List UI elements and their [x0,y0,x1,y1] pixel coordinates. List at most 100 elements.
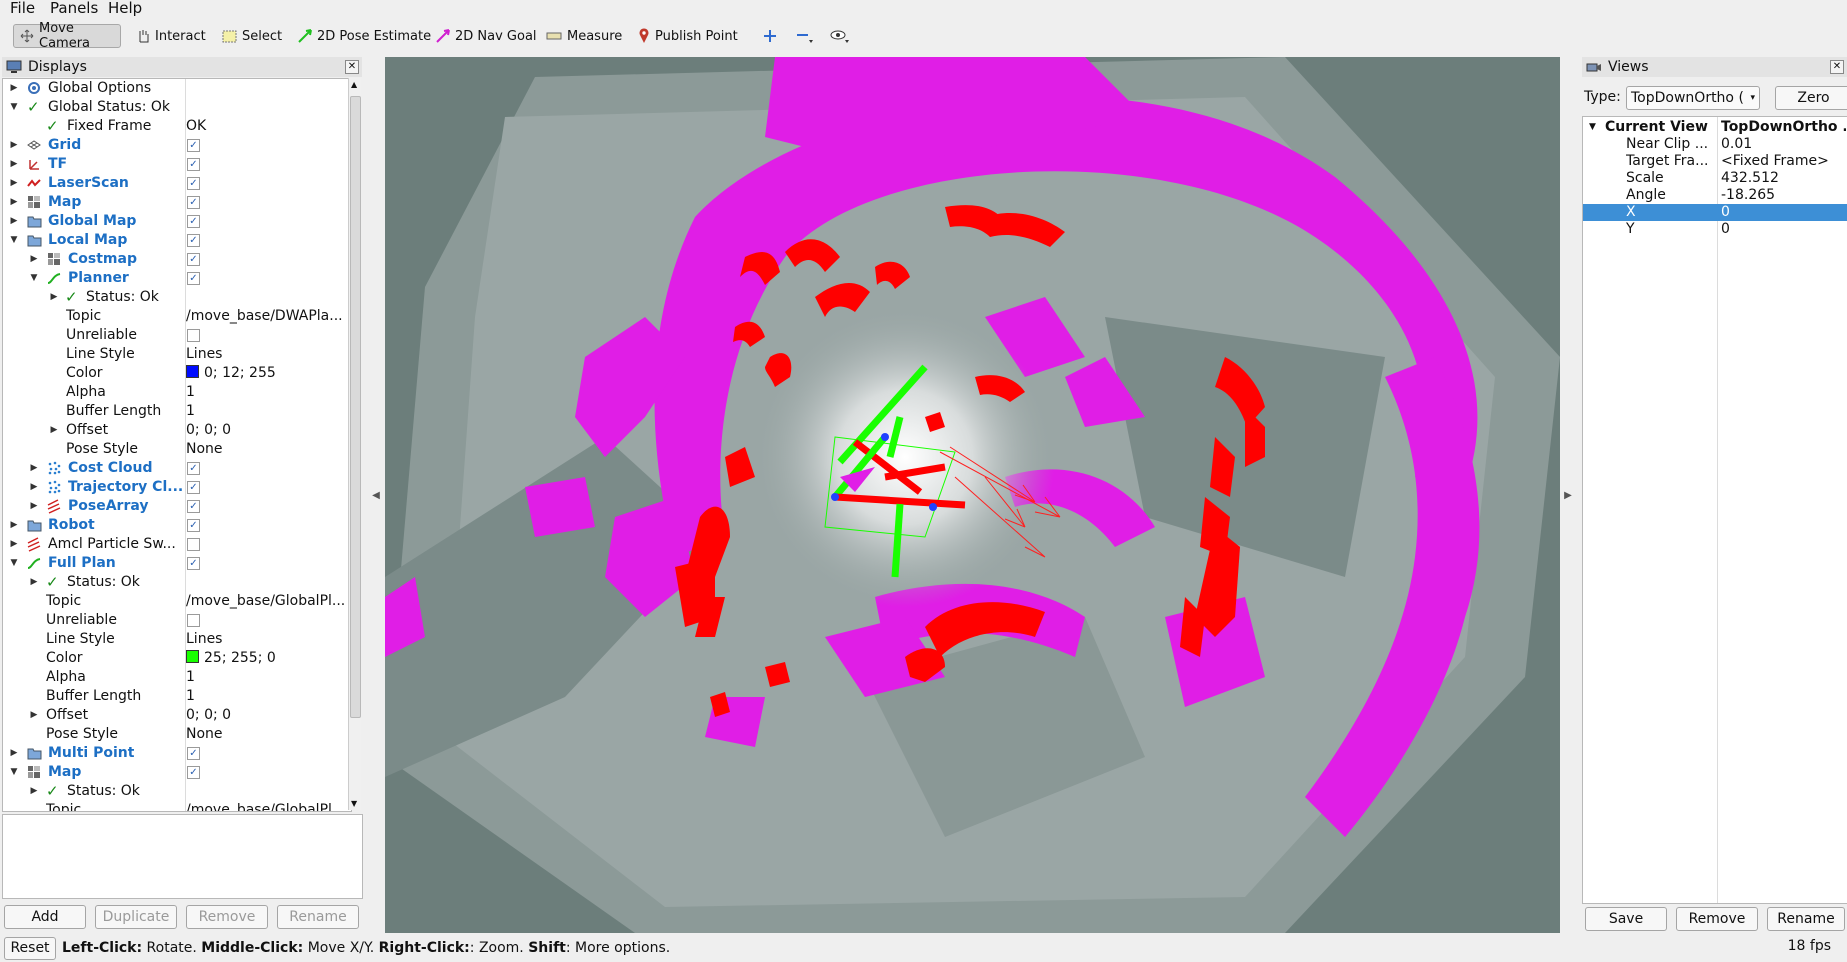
display-tf[interactable]: ▶ TF ✓ [3,155,349,174]
expand-arrow-icon[interactable]: ▶ [49,288,59,307]
enable-checkbox[interactable]: ✓ [187,253,200,266]
remove-display-button[interactable]: Remove [186,905,268,929]
expand-arrow-icon[interactable]: ▶ [29,250,39,269]
property-value[interactable]: 0; 0; 0 [186,706,346,725]
enable-checkbox[interactable]: ✓ [187,272,200,285]
property-value[interactable]: None [186,725,346,744]
property-value[interactable]: None [186,440,346,459]
view-x[interactable]: X 0 [1583,204,1847,221]
display-cost-cloud[interactable]: ▶ Cost Cloud ✓ [3,459,349,478]
property-unreliable[interactable]: Unreliable [3,611,349,630]
display-full-plan-status[interactable]: ▶ ✓ Status: Ok [3,573,349,592]
color-swatch[interactable] [186,650,199,663]
scroll-up-icon[interactable]: ▲ [351,80,357,89]
property-value[interactable]: Lines [186,630,346,649]
property-value[interactable]: /move_base/GlobalPl... [186,801,346,811]
unreliable-checkbox[interactable] [187,329,200,342]
collapse-arrow-icon[interactable]: ▼ [9,763,19,782]
scrollbar-thumb[interactable] [350,96,361,718]
display-global-options[interactable]: ▶ Global Options [3,79,349,98]
view-value[interactable]: 0 [1721,221,1846,238]
view-y[interactable]: Y 0 [1583,221,1847,238]
display-trajectory-cloud[interactable]: ▶ Trajectory Cl... ✓ [3,478,349,497]
expand-arrow-icon[interactable]: ▶ [9,155,19,174]
display-costmap[interactable]: ▶ Costmap ✓ [3,250,349,269]
rename-display-button[interactable]: Rename [277,905,359,929]
property-topic[interactable]: Topic /move_base/DWAPla... [3,307,349,326]
collapse-arrow-icon[interactable]: ▼ [9,554,19,573]
view-value[interactable]: <Fixed Frame> [1721,153,1846,170]
scroll-down-icon[interactable]: ▼ [351,799,357,808]
remove-view-button[interactable]: Remove [1676,907,1758,931]
display-fixed-frame[interactable]: ✓ Fixed Frame OK [3,117,349,136]
property-pose-style[interactable]: Pose Style None [3,725,349,744]
enable-checkbox[interactable]: ✓ [187,158,200,171]
expand-arrow-icon[interactable]: ▶ [29,782,39,801]
property-value[interactable]: 1 [186,687,346,706]
menu-panels[interactable]: Panels [50,0,98,17]
view-scale[interactable]: Scale 432.512 [1583,170,1847,187]
expand-arrow-icon[interactable]: ▶ [9,136,19,155]
property-value[interactable]: 1 [186,383,346,402]
property-topic[interactable]: Topic /move_base/GlobalPl... [3,801,349,811]
property-alpha[interactable]: Alpha 1 [3,383,349,402]
expand-arrow-icon[interactable]: ▶ [9,193,19,212]
property-value[interactable]: 1 [186,402,346,421]
move-camera-button[interactable]: Move Camera [13,21,121,51]
duplicate-button[interactable]: Duplicate [95,905,177,929]
enable-checkbox[interactable] [187,538,200,551]
property-value[interactable]: /move_base/GlobalPl... [186,592,346,611]
expand-arrow-icon[interactable]: ▶ [9,535,19,554]
view-value[interactable]: 0 [1721,204,1846,221]
expand-arrow-icon[interactable]: ▶ [9,174,19,193]
save-view-button[interactable]: Save [1585,907,1667,931]
remove-tool-button[interactable] [790,24,820,48]
nav-goal-button[interactable]: 2D Nav Goal [430,24,543,48]
display-map[interactable]: ▶ Map ✓ [3,193,349,212]
color-swatch[interactable] [186,365,199,378]
publish-point-button[interactable]: Publish Point [632,24,744,48]
property-value[interactable]: OK [186,117,346,136]
display-posearray[interactable]: ▶ PoseArray ✓ [3,497,349,516]
property-color[interactable]: Color 25; 255; 0 [3,649,349,668]
enable-checkbox[interactable]: ✓ [187,215,200,228]
property-alpha[interactable]: Alpha 1 [3,668,349,687]
view-current-view[interactable]: ▼ Current View TopDownOrtho ... [1583,119,1847,136]
expand-arrow-icon[interactable]: ▶ [9,744,19,763]
enable-checkbox[interactable]: ✓ [187,766,200,779]
enable-checkbox[interactable]: ✓ [187,481,200,494]
pose-estimate-button[interactable]: 2D Pose Estimate [292,24,437,48]
render-viewport[interactable] [385,57,1560,933]
property-value[interactable]: Lines [186,345,346,364]
expand-arrow-icon[interactable]: ▶ [29,497,39,516]
add-tool-button[interactable] [757,24,783,48]
enable-checkbox[interactable]: ✓ [187,500,200,513]
reset-button[interactable]: Reset [4,937,56,960]
display-map-2-status[interactable]: ▶ ✓ Status: Ok [3,782,349,801]
display-full-plan[interactable]: ▼ Full Plan ✓ [3,554,349,573]
property-value[interactable]: 0; 0; 0 [186,421,346,440]
display-amcl-particle-swarm[interactable]: ▶ Amcl Particle Sw... [3,535,349,554]
interact-button[interactable]: Interact [130,24,212,48]
zero-button[interactable]: Zero [1775,86,1847,110]
close-icon[interactable]: ✕ [345,60,359,74]
enable-checkbox[interactable]: ✓ [187,519,200,532]
enable-checkbox[interactable]: ✓ [187,234,200,247]
measure-button[interactable]: Measure [540,24,628,48]
property-value[interactable]: /move_base/DWAPla... [186,307,346,326]
property-value[interactable]: 0; 12; 255 [186,364,346,383]
property-buffer-length[interactable]: Buffer Length 1 [3,402,349,421]
enable-checkbox[interactable]: ✓ [187,747,200,760]
view-angle[interactable]: Angle -18.265 [1583,187,1847,204]
display-planner[interactable]: ▼ Planner ✓ [3,269,349,288]
enable-checkbox[interactable]: ✓ [187,139,200,152]
property-offset[interactable]: ▶ Offset 0; 0; 0 [3,421,349,440]
displays-scrollbar[interactable]: ▲ ▼ [348,78,361,810]
collapse-arrow-icon[interactable]: ▼ [9,231,19,250]
display-map-2[interactable]: ▼ Map ✓ [3,763,349,782]
left-panel-collapse-arrow-icon[interactable]: ◀ [370,57,382,933]
view-value[interactable]: -18.265 [1721,187,1846,204]
display-multi-point[interactable]: ▶ Multi Point ✓ [3,744,349,763]
enable-checkbox[interactable]: ✓ [187,196,200,209]
display-planner-status[interactable]: ▶ ✓ Status: Ok [3,288,349,307]
